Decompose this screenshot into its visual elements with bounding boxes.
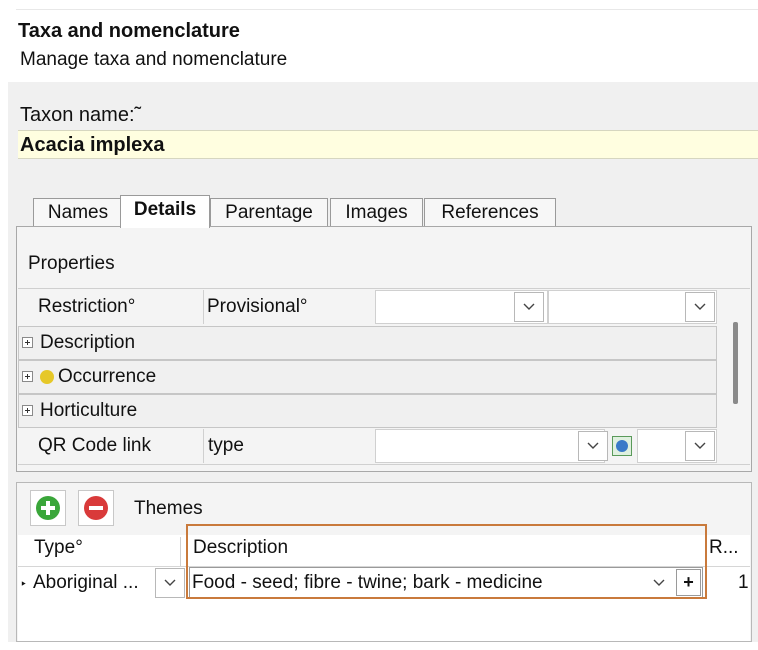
column-header-type[interactable]: Type° xyxy=(34,537,83,559)
properties-title: Properties xyxy=(28,253,115,274)
page-subtitle: Manage taxa and nomenclature xyxy=(20,49,288,70)
chevron-down-icon xyxy=(164,579,176,586)
qr-link-dropdown[interactable] xyxy=(578,431,608,461)
group-description-label: Description xyxy=(40,332,136,353)
row-r-value: 1 xyxy=(738,572,749,593)
chevron-down-icon xyxy=(523,303,535,310)
group-row-description[interactable]: Description xyxy=(18,326,717,360)
qr-dropdown[interactable] xyxy=(685,431,715,461)
column-header-r[interactable]: R... xyxy=(709,537,739,559)
expand-plus-icon[interactable] xyxy=(22,405,33,416)
description-highlight xyxy=(186,524,707,599)
qr-type-label: type xyxy=(208,435,244,456)
top-divider xyxy=(16,9,758,10)
status-dot-icon xyxy=(40,370,54,384)
qr-code-label: QR Code link xyxy=(38,435,151,456)
remove-icon xyxy=(84,496,108,520)
taxon-name-field[interactable]: Acacia implexa xyxy=(18,130,758,159)
expand-plus-icon[interactable] xyxy=(22,371,33,382)
properties-divider xyxy=(18,288,750,289)
qr-type-cell: type xyxy=(203,429,375,463)
chevron-down-icon xyxy=(587,442,599,449)
taxon-name-label: Taxon name:˜ xyxy=(20,104,142,126)
tab-details-label: Details xyxy=(133,199,197,220)
themes-title: Themes xyxy=(134,498,203,519)
row-marker: ‣ xyxy=(20,577,28,591)
tab-names-label: Names xyxy=(47,202,109,223)
group-row-occurrence[interactable]: Occurrence xyxy=(18,360,717,394)
chevron-down-icon xyxy=(694,303,706,310)
tab-parentage-label: Parentage xyxy=(225,202,313,223)
group-occurrence-label: Occurrence xyxy=(58,366,157,387)
tab-references-label: References xyxy=(441,202,539,223)
provisional-cell: Provisional° xyxy=(203,290,375,324)
add-icon xyxy=(36,496,60,520)
row-type-value[interactable]: Aboriginal ... xyxy=(33,572,139,594)
add-theme-button[interactable] xyxy=(30,490,66,526)
group-row-horticulture[interactable]: Horticulture xyxy=(18,394,717,428)
tab-parentage[interactable]: Parentage xyxy=(210,198,328,226)
qr-link-field[interactable] xyxy=(375,429,605,463)
type-dropdown[interactable] xyxy=(155,568,185,598)
group-horticulture-label: Horticulture xyxy=(40,400,138,421)
open-link-icon[interactable] xyxy=(612,436,632,456)
tab-images[interactable]: Images xyxy=(330,198,423,226)
properties-scrollbar[interactable] xyxy=(733,322,738,404)
properties-next-row-edge xyxy=(18,464,750,471)
expand-plus-icon[interactable] xyxy=(22,337,33,348)
restriction-dropdown-2[interactable] xyxy=(685,292,715,322)
tab-details[interactable]: Details xyxy=(120,195,210,228)
column-divider xyxy=(180,537,181,567)
page-title: Taxa and nomenclature xyxy=(18,20,240,42)
remove-theme-button[interactable] xyxy=(78,490,114,526)
restriction-dropdown-1[interactable] xyxy=(514,292,544,322)
provisional-label: Provisional° xyxy=(207,296,308,317)
chevron-down-icon xyxy=(694,442,706,449)
restriction-label: Restriction° xyxy=(38,296,136,317)
tab-names[interactable]: Names xyxy=(33,198,123,226)
tab-references[interactable]: References xyxy=(424,198,556,226)
tab-images-label: Images xyxy=(345,202,408,223)
